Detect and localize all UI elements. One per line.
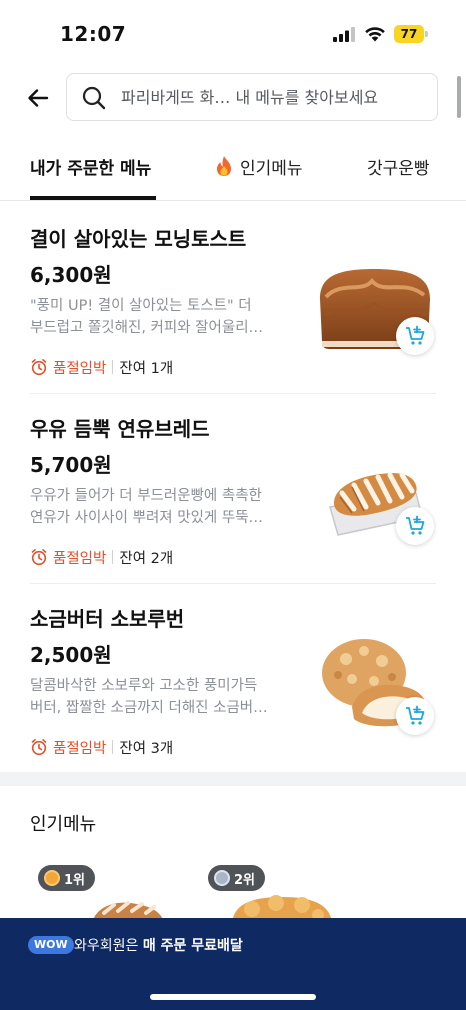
wifi-icon	[365, 27, 385, 42]
item-price: 2,500원	[30, 643, 112, 667]
home-indicator[interactable]	[150, 994, 316, 1000]
cart-plus-icon	[406, 515, 425, 535]
menu-item[interactable]: 우유 듬뿍 연유브레드 5,700원 우유가 들어가 더 부드러운빵에 촉촉한 …	[30, 391, 436, 581]
cart-plus-icon	[406, 705, 425, 725]
stock-status: 품절임박	[53, 360, 107, 377]
back-button[interactable]	[22, 82, 54, 114]
wow-membership-banner[interactable]: WOW 와우회원은 매 주문 무료배달	[0, 918, 466, 1010]
search-box[interactable]	[66, 73, 438, 121]
rank-badge: 2위	[208, 865, 266, 891]
battery-cap	[425, 31, 428, 37]
tab-popular-label: 인기메뉴	[240, 159, 303, 179]
scroll-indicator[interactable]	[457, 76, 461, 118]
rank-label: 2위	[234, 872, 256, 888]
item-description: "풍미 UP! 결이 살아있는 토스트" 더 부드럽고 쫄깃해진, 커피와 잘어…	[30, 295, 292, 339]
silver-medal-icon	[214, 870, 230, 886]
item-name: 결이 살아있는 모닝토스트	[30, 227, 247, 251]
rank-label: 1위	[64, 872, 86, 888]
item-name: 우유 듬뿍 연유브레드	[30, 417, 210, 441]
wow-text-prefix: 와우회원은	[74, 938, 143, 954]
item-description-line: 우유가 들어가 더 부드러운빵에 촉촉한	[30, 488, 262, 504]
gold-medal-icon	[44, 870, 60, 886]
search-input[interactable]	[121, 74, 431, 120]
item-description-line: 달콤바삭한 소보루와 고소한 풍미가득	[30, 678, 258, 694]
add-to-cart-button[interactable]	[396, 317, 434, 355]
wow-banner-text: 와우회원은 매 주문 무료배달	[74, 935, 243, 955]
stock-divider	[112, 550, 114, 564]
battery-level: 77	[394, 25, 424, 43]
stock-status: 품절임박	[53, 550, 107, 567]
popular-section-title: 인기메뉴	[30, 814, 97, 835]
tab-active-underline	[30, 196, 156, 200]
status-time: 12:07	[60, 22, 127, 46]
add-to-cart-button[interactable]	[396, 697, 434, 735]
alarm-clock-icon	[31, 549, 47, 566]
fire-icon	[217, 156, 231, 176]
battery-indicator: 77	[394, 25, 428, 43]
arrow-left-icon	[28, 89, 49, 107]
tab-my-orders[interactable]: 내가 주문한 메뉴	[30, 154, 151, 179]
item-description: 달콤바삭한 소보루와 고소한 풍미가득 버터, 짭짤한 소금까지 더해진 소금버…	[30, 675, 292, 719]
tab-popular[interactable]: 인기메뉴	[214, 154, 303, 179]
stock-divider	[112, 740, 114, 754]
stock-remaining: 잔여 3개	[119, 740, 174, 757]
alarm-clock-icon	[31, 739, 47, 756]
item-description-line: 연유가 사이사이 뿌려져 맛있게 뚜뚝…	[30, 510, 264, 526]
stock-divider	[112, 360, 114, 374]
alarm-clock-icon	[31, 359, 47, 376]
rank-badge: 1위	[38, 865, 96, 891]
item-description-line: "풍미 UP! 결이 살아있는 토스트" 더	[30, 298, 252, 314]
item-description-line: 버터, 짭짤한 소금까지 더해진 소금버…	[30, 700, 268, 716]
stock-remaining: 잔여 1개	[119, 360, 174, 377]
tab-fresh-bread[interactable]: 갓구운빵	[367, 154, 430, 179]
stock-info: 품절임박 잔여 2개	[30, 547, 173, 567]
stock-info: 품절임박 잔여 3개	[30, 737, 173, 757]
item-description-line: 부드럽고 쫄깃해진, 커피와 잘어울리…	[30, 320, 264, 336]
add-to-cart-button[interactable]	[396, 507, 434, 545]
status-bar: 12:07 77	[0, 0, 466, 66]
stock-info: 품절임박 잔여 1개	[30, 357, 173, 377]
wow-badge: WOW	[28, 936, 74, 954]
menu-item[interactable]: 소금버터 소보루번 2,500원 달콤바삭한 소보루와 고소한 풍미가득 버터,…	[30, 581, 436, 771]
cart-plus-icon	[406, 325, 425, 345]
item-description: 우유가 들어가 더 부드러운빵에 촉촉한 연유가 사이사이 뿌려져 맛있게 뚜뚝…	[30, 485, 292, 529]
stock-remaining: 잔여 2개	[119, 550, 174, 567]
stock-status: 품절임박	[53, 740, 107, 757]
item-name: 소금버터 소보루번	[30, 607, 185, 631]
category-tabs: 내가 주문한 메뉴 인기메뉴 갓구운빵	[0, 140, 466, 201]
item-price: 5,700원	[30, 453, 112, 477]
section-gap	[0, 772, 466, 786]
search-icon	[82, 86, 106, 110]
wow-text-highlight: 매 주문 무료배달	[142, 938, 243, 954]
item-price: 6,300원	[30, 263, 112, 287]
menu-item[interactable]: 결이 살아있는 모닝토스트 6,300원 "풍미 UP! 결이 살아있는 토스트…	[30, 201, 436, 391]
cellular-signal-icon	[333, 27, 355, 42]
